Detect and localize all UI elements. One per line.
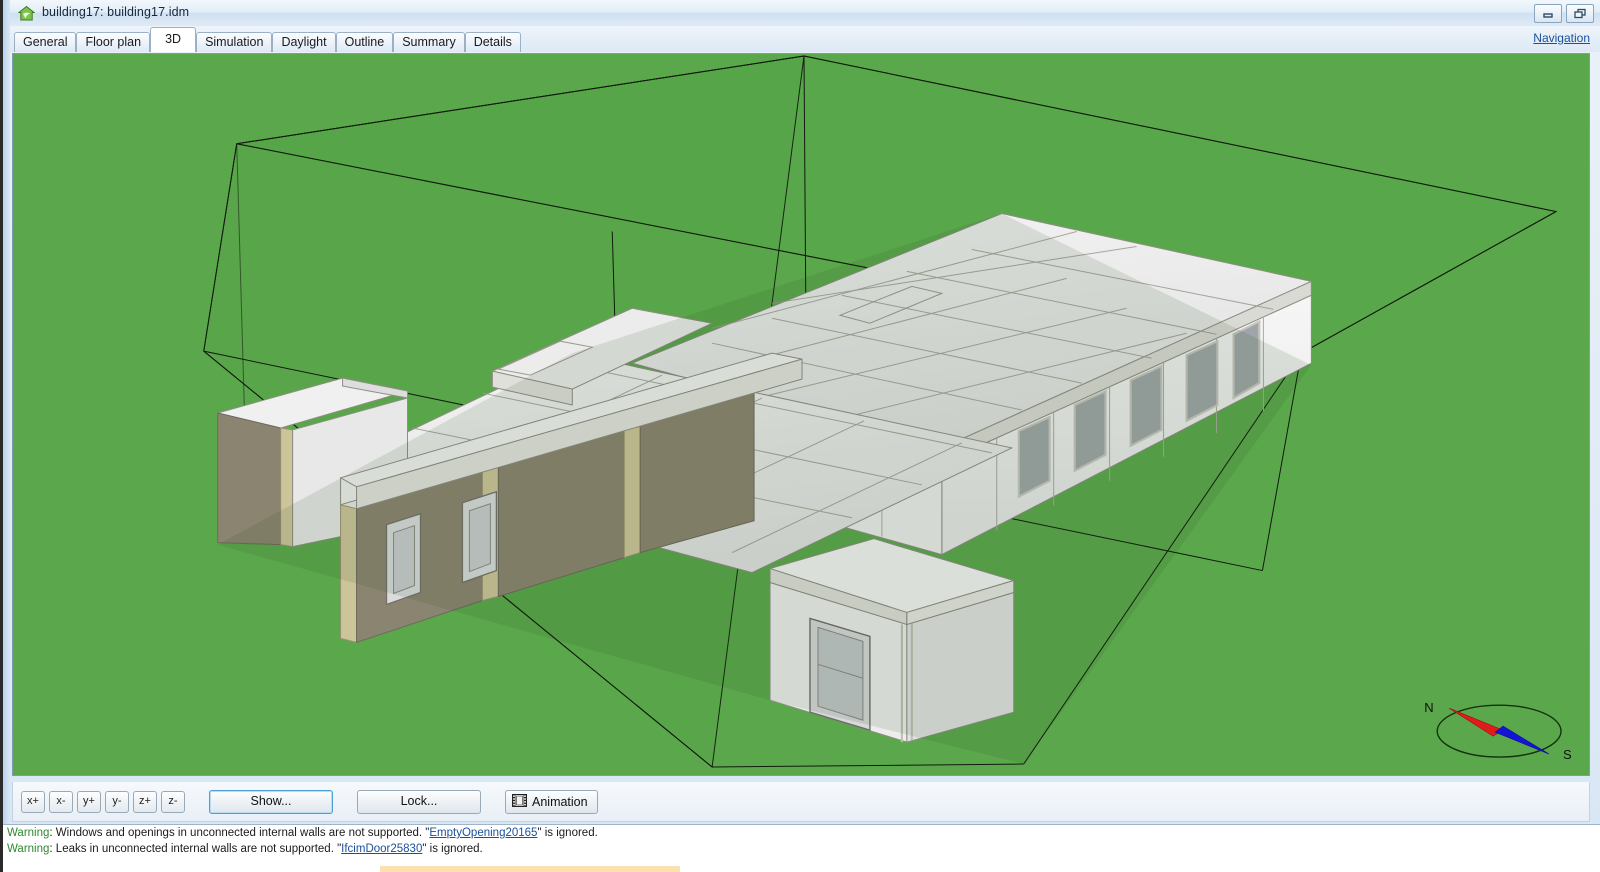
building-model-svg: N S — [13, 54, 1589, 775]
model-canvas[interactable]: N S — [13, 54, 1589, 775]
animation-button-label: Animation — [532, 794, 588, 809]
tab-outline[interactable]: Outline — [335, 32, 394, 52]
tab-details[interactable]: Details — [464, 32, 521, 52]
tab-3d[interactable]: 3D — [150, 27, 197, 52]
axis-button-y-plus[interactable]: y+ — [77, 790, 101, 813]
compass-north-label: N — [1424, 700, 1433, 715]
warning-text-after-2: " is ignored. — [422, 843, 483, 855]
axis-button-x-plus[interactable]: x+ — [21, 790, 45, 813]
film-strip-icon — [512, 793, 527, 810]
tab-strip: General Floor plan 3D Simulation Dayligh… — [10, 26, 1600, 52]
show-button[interactable]: Show... — [209, 789, 333, 814]
warning-object-link-2[interactable]: IfcimDoor25830 — [341, 843, 422, 855]
navigation-link[interactable]: Navigation — [1533, 31, 1590, 45]
tab-summary[interactable]: Summary — [393, 32, 465, 52]
tab-simulation[interactable]: Simulation — [196, 32, 273, 52]
animation-button[interactable]: Animation — [505, 789, 598, 814]
message-pane[interactable]: Warning: Windows and openings in unconne… — [3, 824, 1600, 872]
window-controls — [1534, 4, 1594, 23]
axis-button-y-minus[interactable]: y- — [105, 790, 129, 813]
warning-object-link-1[interactable]: EmptyOpening20165 — [429, 827, 537, 839]
message-highlight-strip — [380, 866, 680, 872]
window-left-edge — [3, 0, 10, 872]
minimize-button[interactable] — [1534, 4, 1562, 23]
house-icon — [17, 5, 36, 22]
axis-button-z-plus[interactable]: z+ — [133, 790, 157, 813]
title-bar: building17: building17.idm — [10, 0, 1600, 27]
axis-button-z-minus[interactable]: z- — [161, 790, 185, 813]
tab-floor-plan[interactable]: Floor plan — [76, 32, 151, 52]
warning-tag-1: Warning — [7, 827, 50, 839]
tab-general[interactable]: General — [14, 32, 77, 52]
warning-tag-2: Warning — [7, 843, 50, 855]
view-toolbar: x+ x- y+ y- z+ z- Show... Lock... Animat… — [12, 782, 1590, 822]
axis-button-x-minus[interactable]: x- — [49, 790, 73, 813]
window-title: building17: building17.idm — [42, 5, 190, 19]
warning-message-1: Warning: Windows and openings in unconne… — [3, 825, 1600, 841]
compass-south-label: S — [1563, 747, 1572, 762]
lock-button[interactable]: Lock... — [357, 789, 481, 814]
application-window: building17: building17.idm General Floor… — [0, 0, 1600, 872]
warning-text-before-1: : Windows and openings in unconnected in… — [49, 827, 430, 839]
restore-button[interactable] — [1566, 4, 1594, 23]
tab-daylight[interactable]: Daylight — [272, 32, 336, 52]
warning-text-after-1: " is ignored. — [537, 827, 598, 839]
warning-text-before-2: : Leaks in unconnected internal walls ar… — [49, 843, 342, 855]
viewport-3d[interactable]: N S — [12, 53, 1590, 776]
tab-list: General Floor plan 3D Simulation Dayligh… — [14, 27, 521, 52]
warning-message-2: Warning: Leaks in unconnected internal w… — [3, 841, 1600, 857]
